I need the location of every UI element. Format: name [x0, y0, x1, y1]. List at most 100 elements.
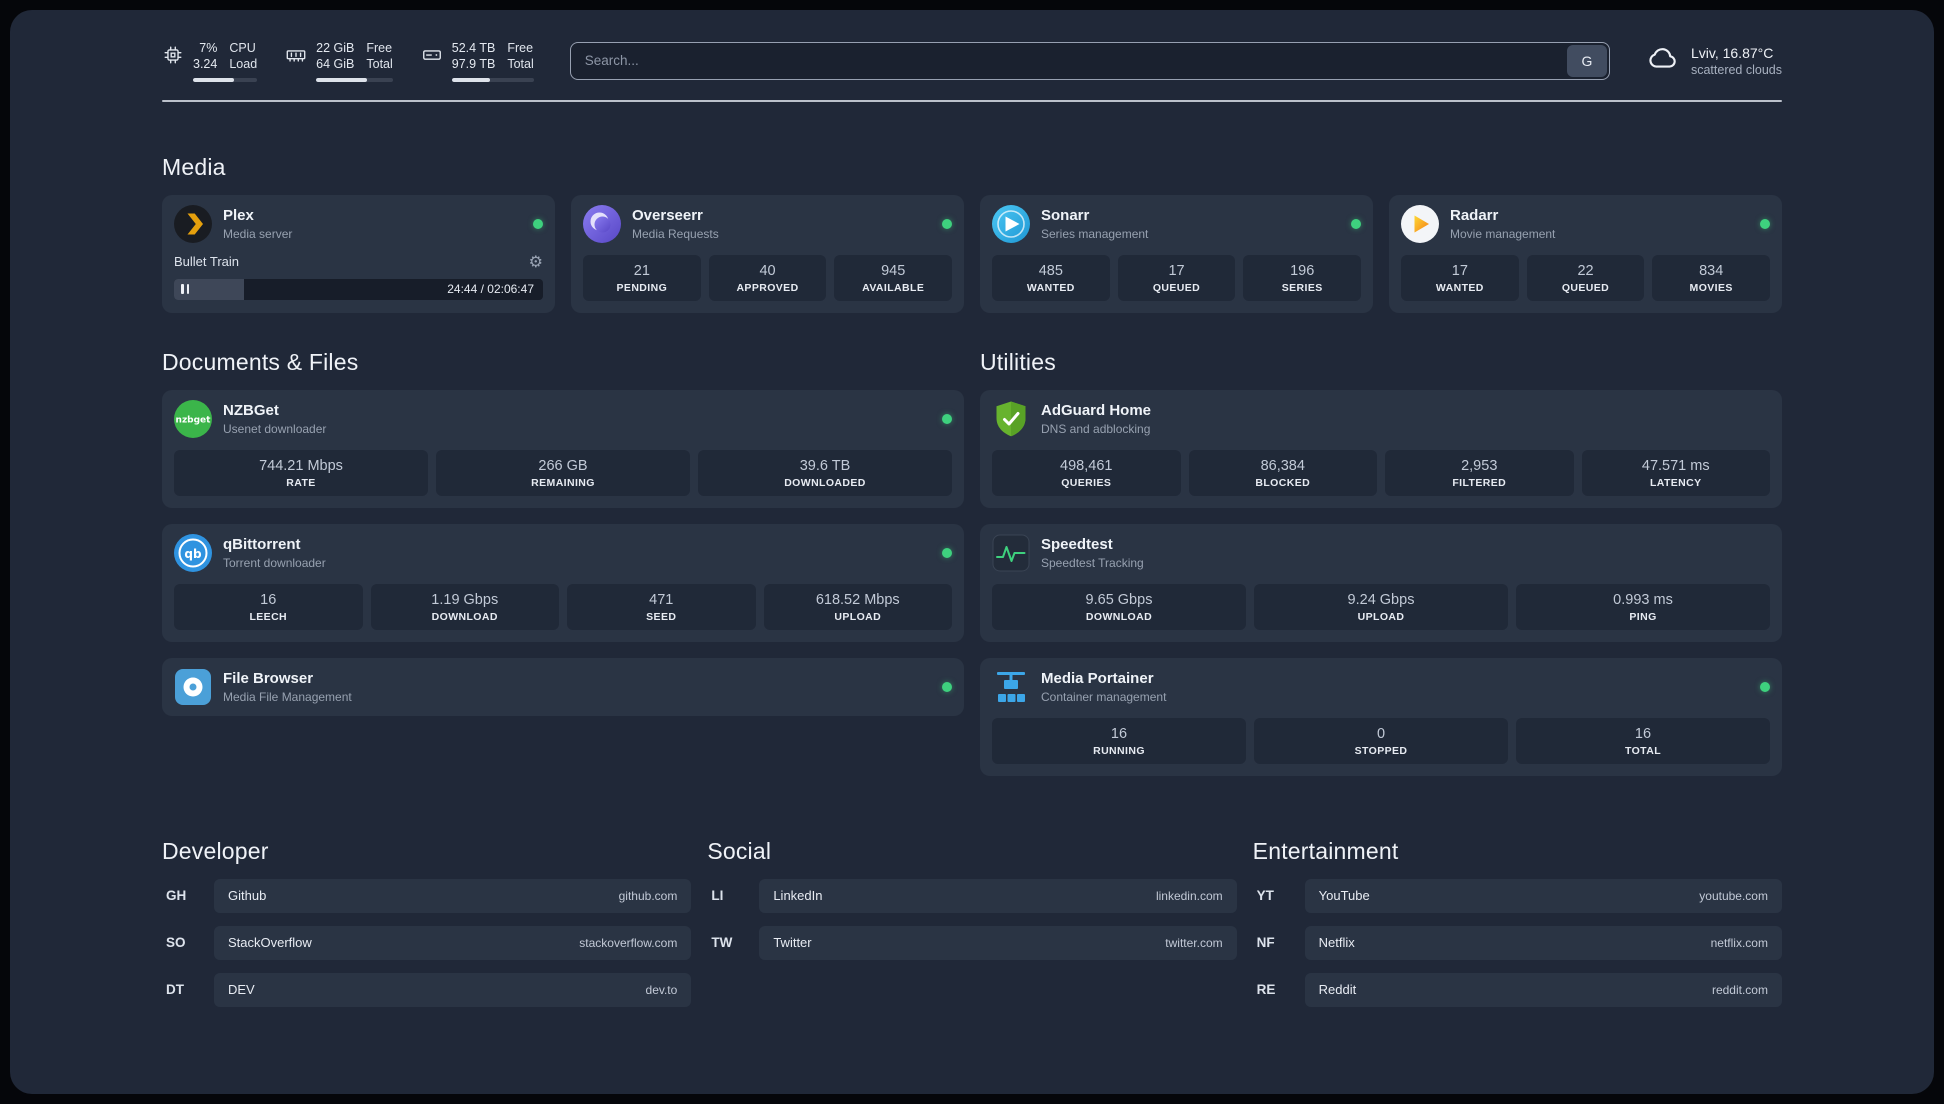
- service-title: Plex: [223, 206, 254, 224]
- gear-icon[interactable]: ⚙: [529, 253, 543, 270]
- bookmark-link[interactable]: Reddit reddit.com: [1304, 972, 1782, 1007]
- bookmark-stackoverflow: SO StackOverflow stackoverflow.com: [162, 925, 692, 960]
- service-card-qbittorrent[interactable]: qb qBittorrent Torrent downloader 16 LEEC…: [162, 523, 964, 642]
- bookmarks: Developer GH Github github.com SO StackOv…: [162, 838, 1782, 1020]
- stat: 618.52 Mbps UPLOAD: [763, 583, 952, 630]
- service-title: Speedtest: [1041, 535, 1113, 553]
- bookmark-link[interactable]: YouTube youtube.com: [1304, 878, 1782, 913]
- stat: 0 STOPPED: [1254, 717, 1508, 764]
- bookmark-abbr: TW: [711, 935, 733, 950]
- status-dot: [942, 681, 952, 692]
- service-card-radarr[interactable]: Radarr Movie management 17 WANTED 22 QUEUE…: [1389, 194, 1782, 313]
- section-heading-entertainment: Entertainment: [1252, 837, 1399, 864]
- cpu-label: CPU: [229, 41, 256, 55]
- service-title: File Browser: [223, 669, 314, 687]
- stat: 40 APPROVED: [708, 254, 827, 301]
- overseerr-icon: [583, 204, 621, 243]
- section-heading-utilities: Utilities: [980, 348, 1056, 375]
- stat: 1.19 Gbps DOWNLOAD: [370, 583, 559, 630]
- service-card-portainer[interactable]: Media Portainer Container management 16 R…: [980, 657, 1782, 776]
- stat: 22 QUEUED: [1526, 254, 1645, 301]
- dashboard: 7% 3.24 CPU Load 22 GiB 64 GiB Free Tota…: [10, 10, 1934, 1094]
- bookmark-abbr: RE: [1256, 982, 1276, 997]
- stat: 16 RUNNING: [992, 717, 1246, 764]
- qbittorrent-icon: qb: [174, 533, 212, 572]
- stat: 471 SEED: [567, 583, 756, 630]
- service-title: Sonarr: [1041, 206, 1090, 224]
- stat: 39.6 TB DOWNLOADED: [698, 449, 952, 496]
- cpu-progress-bar: [193, 77, 258, 82]
- memory-free-label: Free: [366, 41, 393, 55]
- bookmark-group-entertainment: Entertainment YT YouTube youtube.com NF N…: [1253, 838, 1782, 1020]
- stat: 0.993 ms PING: [1516, 583, 1770, 630]
- service-card-speedtest[interactable]: Speedtest Speedtest Tracking 9.65 Gbps DO…: [980, 523, 1782, 642]
- search-provider-button[interactable]: G: [1566, 44, 1607, 77]
- bookmark-group-developer: Developer GH Github github.com SO StackOv…: [162, 837, 692, 1020]
- service-subtitle: DNS and adblocking: [1041, 421, 1151, 436]
- weather-location: Lviv, 16.87°C: [1690, 44, 1774, 61]
- stat: 16 LEECH: [174, 583, 363, 630]
- bookmark-abbr: GH: [166, 888, 187, 903]
- stat: 498,461 QUERIES: [992, 449, 1181, 496]
- svg-text:nzbget: nzbget: [176, 415, 212, 425]
- status-dot: [942, 547, 952, 558]
- stat: 17 QUEUED: [1117, 254, 1236, 301]
- status-dot: [1760, 681, 1770, 692]
- stat: 945 AVAILABLE: [834, 254, 953, 301]
- service-subtitle: Torrent downloader: [223, 555, 326, 570]
- stat: 16 TOTAL: [1516, 717, 1770, 764]
- disk-progress-bar: [451, 77, 534, 82]
- service-subtitle: Media File Management: [223, 689, 352, 704]
- bookmark-github: GH Github github.com: [162, 878, 692, 913]
- service-title: NZBGet: [223, 401, 279, 419]
- bookmark-link[interactable]: StackOverflow stackoverflow.com: [214, 925, 692, 960]
- bookmark-abbr: LI: [711, 888, 724, 903]
- resource-widgets: 7% 3.24 CPU Load 22 GiB 64 GiB Free Tota…: [162, 40, 534, 82]
- memory-total: 64 GiB: [316, 57, 355, 72]
- bookmark-group-social: Social LI LinkedIn linkedin.com TW Twitte…: [707, 837, 1237, 1020]
- bookmark-link[interactable]: Twitter twitter.com: [759, 925, 1237, 960]
- status-dot: [942, 413, 952, 424]
- bookmark-netflix: NF Netflix netflix.com: [1253, 925, 1782, 960]
- section-heading-social: Social: [707, 837, 772, 864]
- service-subtitle: Movie management: [1450, 226, 1556, 241]
- search-bar: G: [569, 41, 1610, 80]
- service-card-sonarr[interactable]: Sonarr Series management 485 WANTED 17 QUE…: [980, 194, 1373, 313]
- pause-icon[interactable]: [181, 284, 189, 294]
- section-heading-documents: Documents & Files: [162, 348, 359, 375]
- service-card-overseerr[interactable]: Overseerr Media Requests 21 PENDING 40 APP…: [571, 194, 964, 313]
- section-media: Media Plex Media server Bullet Train ⚙ 2…: [162, 154, 1782, 313]
- weather-widget: Lviv, 16.87°C scattered clouds: [1646, 41, 1782, 80]
- bookmark-link[interactable]: Github github.com: [214, 878, 692, 913]
- bookmark-twitter: TW Twitter twitter.com: [707, 925, 1237, 960]
- cpu-load: 3.24: [193, 57, 218, 72]
- service-subtitle: Media server: [223, 226, 293, 241]
- stat: 744.21 Mbps RATE: [174, 449, 428, 496]
- status-dot: [942, 218, 952, 229]
- filebrowser-icon: [174, 668, 212, 706]
- section-heading-developer: Developer: [162, 837, 269, 864]
- bookmark-linkedin: LI LinkedIn linkedin.com: [707, 878, 1237, 913]
- stat: 196 SERIES: [1243, 254, 1362, 301]
- bookmark-link[interactable]: Netflix netflix.com: [1304, 925, 1782, 960]
- topbar-divider: [162, 99, 1782, 102]
- playback-time: 24:44 / 02:06:47: [447, 282, 534, 296]
- nzbget-icon: nzbget: [174, 399, 212, 438]
- sonarr-icon: [992, 204, 1030, 243]
- service-card-adguard[interactable]: AdGuard Home DNS and adblocking 498,461 Q…: [980, 389, 1782, 508]
- memory-widget: 22 GiB 64 GiB Free Total: [285, 40, 393, 82]
- stat: 9.24 Gbps UPLOAD: [1254, 583, 1508, 630]
- section-utilities: Utilities AdGuard Home DNS and adblockin…: [980, 349, 1782, 792]
- bookmark-link[interactable]: LinkedIn linkedin.com: [759, 878, 1237, 913]
- playback-progress-bar: 24:44 / 02:06:47: [174, 278, 543, 300]
- bookmark-abbr: YT: [1256, 888, 1274, 903]
- cpu-widget: 7% 3.24 CPU Load: [162, 40, 258, 82]
- service-title: Overseerr: [632, 206, 703, 224]
- service-card-filebrowser[interactable]: File Browser Media File Management: [162, 657, 964, 716]
- cpu-icon: [162, 44, 184, 66]
- service-card-nzbget[interactable]: nzbget NZBGet Usenet downloader 744.21 M…: [162, 389, 964, 508]
- service-title: Media Portainer: [1041, 669, 1154, 687]
- service-card-plex[interactable]: Plex Media server Bullet Train ⚙ 24:44 /…: [162, 194, 555, 313]
- bookmark-link[interactable]: DEV dev.to: [214, 972, 692, 1007]
- search-input[interactable]: [569, 41, 1610, 80]
